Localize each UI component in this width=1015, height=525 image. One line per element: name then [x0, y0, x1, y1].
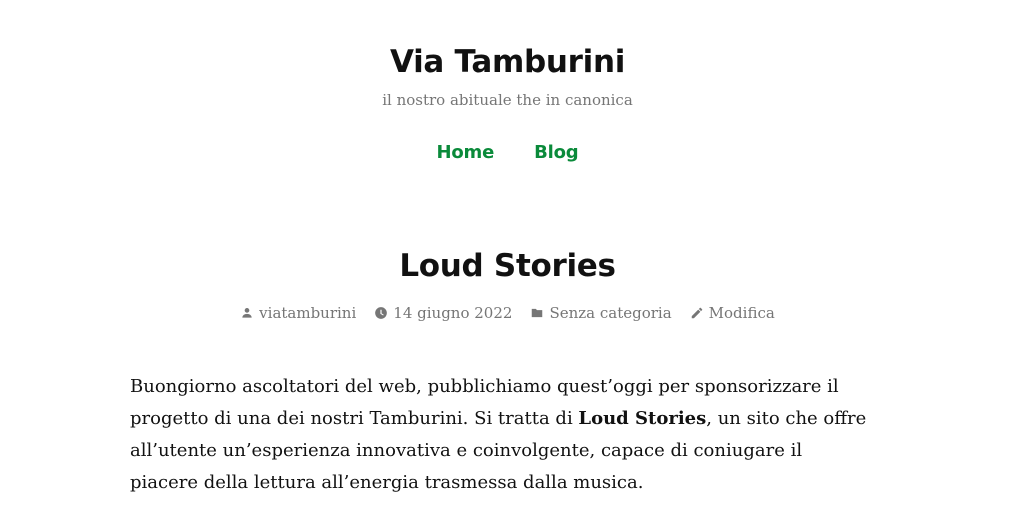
person-icon	[240, 306, 254, 320]
meta-category: Senza categoria	[530, 303, 672, 323]
post-paragraph: Buongiorno ascoltatori del web, pubblich…	[130, 371, 875, 499]
post-article: Loud Stories viatamburini 14 giugno 2022…	[0, 246, 1015, 493]
author-link[interactable]: viatamburini	[259, 303, 356, 323]
site-header: Via Tamburini il nostro abituale the in …	[0, 0, 1015, 165]
clock-icon	[374, 306, 388, 320]
main-navigation: Home Blog	[0, 141, 1015, 165]
pencil-icon	[690, 306, 704, 320]
entry-content: Buongiorno ascoltatori del web, pubblich…	[130, 371, 875, 499]
nav-item-home[interactable]: Home	[437, 141, 495, 165]
folder-icon	[530, 306, 544, 320]
post-title: Loud Stories	[399, 248, 616, 284]
meta-edit: Modifica	[690, 303, 775, 323]
edit-link[interactable]: Modifica	[709, 303, 775, 323]
meta-author: viatamburini	[240, 303, 356, 323]
category-link[interactable]: Senza categoria	[549, 303, 671, 323]
nav-item-blog[interactable]: Blog	[534, 141, 579, 165]
entry-header: Loud Stories viatamburini 14 giugno 2022…	[0, 246, 1015, 323]
date-link[interactable]: 14 giugno 2022	[393, 303, 512, 323]
paragraph-bold-text: Loud Stories	[578, 408, 707, 429]
meta-date: 14 giugno 2022	[374, 303, 512, 323]
entry-meta: viatamburini 14 giugno 2022 Senza catego…	[0, 303, 1015, 323]
site-title[interactable]: Via Tamburini	[390, 42, 625, 82]
site-description: il nostro abituale the in canonica	[382, 91, 633, 109]
